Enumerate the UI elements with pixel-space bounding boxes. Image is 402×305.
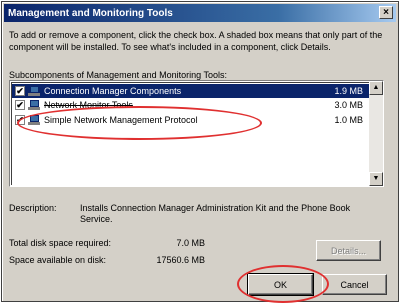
components-list-body: ✔ Connection Manager Components 1.9 MB ✔… bbox=[11, 82, 369, 185]
arrow-down-icon: ▼ bbox=[372, 175, 380, 182]
ok-button[interactable]: OK bbox=[247, 273, 314, 296]
scroll-up-button[interactable]: ▲ bbox=[369, 81, 383, 95]
list-item-snmp[interactable]: ✔ Simple Network Management Protocol 1.0… bbox=[12, 113, 369, 127]
list-item-connection-manager[interactable]: ✔ Connection Manager Components 1.9 MB bbox=[12, 84, 369, 98]
list-item-network-monitor[interactable]: ✔ Network Monitor Tools 3.0 MB bbox=[12, 98, 369, 112]
close-icon: × bbox=[383, 6, 389, 18]
checkbox-network-monitor[interactable]: ✔ bbox=[15, 100, 25, 110]
available-space-value: 17560.6 MB bbox=[156, 255, 205, 265]
details-button[interactable]: Details... bbox=[316, 240, 381, 261]
title-bar: Management and Monitoring Tools × bbox=[4, 4, 396, 22]
component-icon bbox=[28, 115, 40, 125]
vertical-scrollbar[interactable]: ▲ ▼ bbox=[369, 81, 383, 186]
component-size: 1.0 MB bbox=[334, 115, 363, 125]
checkbox-snmp[interactable]: ✔ bbox=[15, 115, 25, 125]
component-icon bbox=[28, 86, 40, 96]
description-text: Installs Connection Manager Administrati… bbox=[80, 203, 351, 224]
component-name: Network Monitor Tools bbox=[44, 100, 133, 110]
window-title: Management and Monitoring Tools bbox=[8, 7, 173, 19]
scroll-down-button[interactable]: ▼ bbox=[369, 172, 383, 186]
instructions-text: To add or remove a component, click the … bbox=[9, 30, 383, 52]
cancel-button[interactable]: Cancel bbox=[322, 274, 387, 295]
component-size: 1.9 MB bbox=[334, 86, 363, 96]
component-name: Connection Manager Components bbox=[44, 86, 182, 96]
subcomponents-label: Subcomponents of Management and Monitori… bbox=[9, 70, 227, 80]
checkbox-connection-manager[interactable]: ✔ bbox=[15, 86, 25, 96]
close-button[interactable]: × bbox=[379, 6, 393, 19]
component-name: Simple Network Management Protocol bbox=[44, 115, 198, 125]
total-space-value: 7.0 MB bbox=[176, 238, 205, 248]
total-space-label: Total disk space required: bbox=[9, 238, 112, 248]
components-list[interactable]: ✔ Connection Manager Components 1.9 MB ✔… bbox=[9, 80, 384, 187]
available-space-label: Space available on disk: bbox=[9, 255, 107, 265]
component-size: 3.0 MB bbox=[334, 100, 363, 110]
arrow-up-icon: ▲ bbox=[372, 84, 380, 91]
description-label: Description: bbox=[9, 203, 57, 213]
component-icon bbox=[28, 100, 40, 110]
